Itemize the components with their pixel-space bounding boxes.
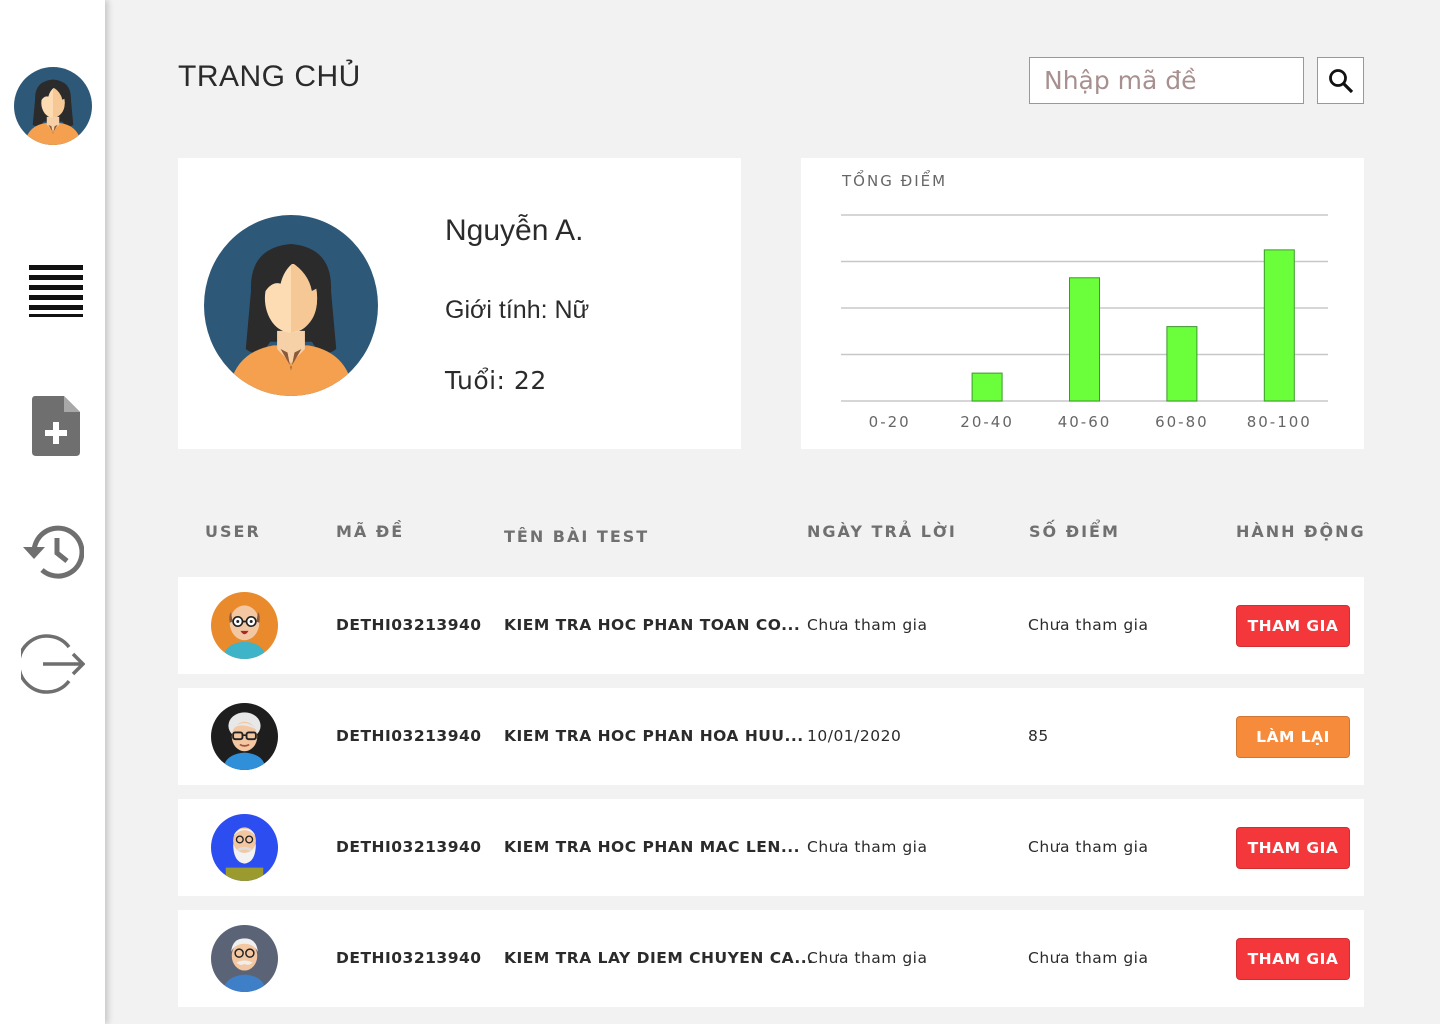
header-test-name: TÊN BÀI TEST bbox=[504, 527, 650, 546]
chart-bar-20-40 bbox=[971, 372, 1003, 402]
profile-gender: Giới tính: Nữ bbox=[445, 296, 590, 324]
test-name: KIEM TRA HOC PHAN TOAN CO... bbox=[504, 616, 801, 634]
table-row: DETHI03213940 KIEM TRA LAY DIEM CHUYEN C… bbox=[178, 910, 1364, 1007]
search-icon bbox=[1328, 68, 1353, 93]
history-icon bbox=[23, 525, 84, 579]
test-name: KIEM TRA HOC PHAN HOA HUU... bbox=[504, 727, 804, 745]
new-test-button[interactable] bbox=[30, 394, 82, 458]
user-avatar bbox=[211, 592, 278, 659]
score: 85 bbox=[1028, 727, 1049, 745]
page-title: TRANG CHỦ bbox=[178, 60, 361, 93]
score: Chưa tham gia bbox=[1028, 949, 1149, 967]
chart-bar-80-100 bbox=[1263, 249, 1295, 402]
logout-icon bbox=[21, 634, 85, 694]
test-code: DETHI03213940 bbox=[336, 616, 482, 634]
header-score: SỐ ĐIỂM bbox=[1029, 522, 1120, 541]
answer-date: Chưa tham gia bbox=[807, 616, 928, 634]
user-avatar bbox=[211, 925, 278, 992]
score: Chưa tham gia bbox=[1028, 838, 1149, 856]
test-code: DETHI03213940 bbox=[336, 727, 482, 745]
answer-date: 10/01/2020 bbox=[807, 727, 902, 745]
join-button[interactable]: THAM GIA bbox=[1236, 605, 1350, 647]
user-avatar bbox=[211, 703, 278, 770]
header-code: MÃ ĐỀ bbox=[336, 522, 405, 541]
test-name: KIEM TRA HOC PHAN MAC LEN... bbox=[504, 838, 800, 856]
chart-tick-label: 20-40 bbox=[960, 413, 1014, 431]
test-code: DETHI03213940 bbox=[336, 949, 482, 967]
profile-card: Nguyễn A. Giới tính: Nữ Tuổi: 22 bbox=[178, 158, 741, 449]
profile-age: Tuổi: 22 bbox=[445, 366, 547, 395]
score-chart: 0-20 20-40 40-60 60-80 80-100 bbox=[841, 214, 1328, 431]
sidebar-avatar[interactable] bbox=[14, 66, 92, 146]
history-button[interactable] bbox=[20, 522, 84, 582]
chart-tick-label: 0-20 bbox=[869, 413, 911, 431]
chart-bar-40-60 bbox=[1069, 277, 1100, 402]
join-button[interactable]: THAM GIA bbox=[1236, 938, 1350, 980]
answer-date: Chưa tham gia bbox=[807, 838, 928, 856]
table-row: DETHI03213940 KIEM TRA HOC PHAN TOAN CO.… bbox=[178, 577, 1364, 674]
header-action: HÀNH ĐỘNG bbox=[1236, 522, 1366, 541]
logout-button[interactable] bbox=[20, 632, 86, 696]
chart-tick-label: 60-80 bbox=[1155, 413, 1209, 431]
chart-tick-label: 80-100 bbox=[1247, 413, 1312, 431]
sidebar bbox=[0, 0, 105, 1024]
user-avatar bbox=[211, 814, 278, 881]
profile-name: Nguyễn A. bbox=[445, 214, 584, 247]
search-input[interactable] bbox=[1029, 57, 1304, 104]
test-code: DETHI03213940 bbox=[336, 838, 482, 856]
join-button[interactable]: THAM GIA bbox=[1236, 827, 1350, 869]
answer-date: Chưa tham gia bbox=[807, 949, 928, 967]
score-chart-card: TỔNG ĐIỂM 0-20 20-40 40-60 60-80 80-100 bbox=[801, 158, 1364, 449]
profile-avatar bbox=[204, 215, 378, 396]
chart-bar-60-80 bbox=[1166, 326, 1198, 402]
menu-icon bbox=[29, 265, 83, 317]
retry-button[interactable]: LÀM LẠI bbox=[1236, 716, 1350, 758]
chart-tick-label: 40-60 bbox=[1058, 413, 1112, 431]
table-row: DETHI03213940 KIEM TRA HOC PHAN MAC LEN.… bbox=[178, 799, 1364, 896]
search-button[interactable] bbox=[1317, 57, 1364, 104]
table-row: DETHI03213940 KIEM TRA HOC PHAN HOA HUU.… bbox=[178, 688, 1364, 785]
header-date: NGÀY TRẢ LỜI bbox=[807, 522, 957, 541]
score: Chưa tham gia bbox=[1028, 616, 1149, 634]
test-name: KIEM TRA LAY DIEM CHUYEN CA... bbox=[504, 949, 814, 967]
document-add-icon bbox=[32, 396, 80, 456]
menu-button[interactable] bbox=[28, 262, 84, 318]
header-user: USER bbox=[205, 522, 261, 541]
